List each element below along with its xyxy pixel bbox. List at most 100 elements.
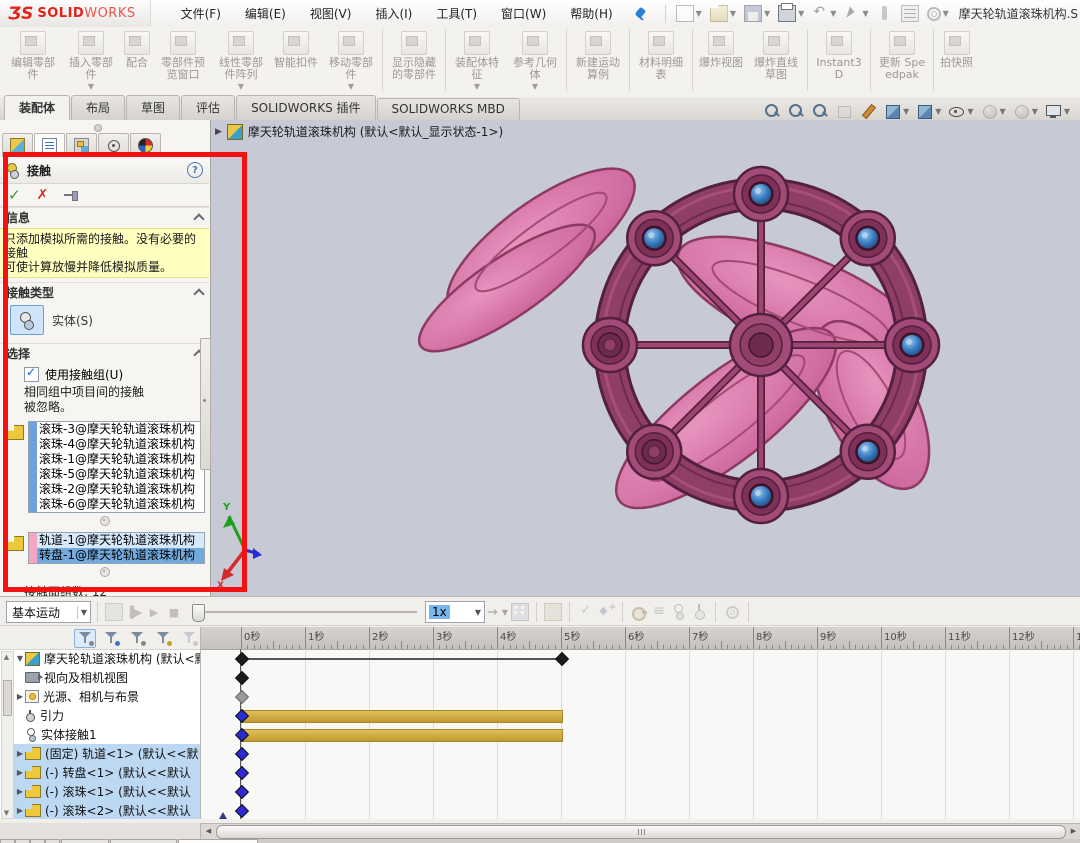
ferris-wheel-model[interactable] <box>211 120 1080 596</box>
tree-row-gravity[interactable]: 引力 <box>13 706 200 725</box>
empty-node[interactable] <box>583 318 637 372</box>
manager-tab-dimxpert-manager[interactable] <box>98 133 129 157</box>
tree-row-turntable-1[interactable]: ▶(-) 转盘<1> (默认<<默认 <box>13 763 200 782</box>
dropdown-caret-icon[interactable]: ▼ <box>1064 107 1070 116</box>
timeline-row-assembly-root[interactable] <box>201 649 1080 668</box>
dropdown-caret-icon[interactable]: ▼ <box>798 9 804 18</box>
select-button[interactable]: ▼ <box>841 4 871 23</box>
dropdown-caret-icon[interactable]: ▼ <box>943 9 949 18</box>
menu-insert[interactable]: 插入(I) <box>363 0 424 27</box>
dropdown-caret-icon[interactable]: ▼ <box>935 107 941 116</box>
dropdown-caret-icon[interactable]: ▼ <box>830 9 836 18</box>
sketch-appearance-button[interactable] <box>860 103 877 120</box>
display-style-button[interactable]: ▼ <box>916 103 941 120</box>
tree-row-lights-cameras-scene[interactable]: ▶光源、相机与布景 <box>13 687 200 706</box>
dropdown-caret-icon[interactable]: ▼ <box>77 606 90 619</box>
manager-tab-configuration-manager[interactable] <box>66 133 97 157</box>
hide-show-items-button[interactable]: ▼ <box>948 103 973 120</box>
contact-group1-item[interactable]: 滚珠-2@摩天轮轨道滚珠机构 <box>37 482 204 497</box>
empty-node[interactable] <box>627 425 681 479</box>
filter-results-button[interactable] <box>178 629 200 648</box>
options-list-button[interactable] <box>898 3 922 24</box>
list-resize-handle[interactable] <box>100 567 110 577</box>
open-button[interactable]: ▼ <box>707 3 739 24</box>
timebar-slider[interactable] <box>192 602 417 622</box>
new-document-button[interactable]: ▼ <box>673 3 705 24</box>
scroll-down-icon[interactable]: ▼ <box>2 808 11 818</box>
ribbon-component-preview-window-button[interactable]: 零部件预览窗口 <box>154 27 212 95</box>
timeline-ruler[interactable]: 0秒1秒2秒3秒4秒5秒6秒7秒8秒9秒10秒11秒12秒13秒 <box>201 627 1080 650</box>
key-diamond[interactable] <box>235 652 249 666</box>
tab-layout[interactable]: 布局 <box>71 95 125 120</box>
motion-study-properties-button[interactable] <box>722 602 742 622</box>
timeline-row-solid-body-contact-1[interactable] <box>201 725 1080 744</box>
timeline-row-ball-1[interactable] <box>201 782 1080 801</box>
tab-sw-mbd[interactable]: SOLIDWORKS MBD <box>377 98 520 120</box>
contact-group1-item[interactable]: 滚珠-5@摩天轮轨道滚珠机构 <box>37 467 204 482</box>
expander-icon[interactable]: ▶ <box>15 768 25 777</box>
add-key-button[interactable] <box>596 602 616 622</box>
dropdown-caret-icon[interactable]: ▼ <box>1000 107 1006 116</box>
tree-row-orientation-camera-views[interactable]: 视向及相机视图 <box>13 668 200 687</box>
dropdown-caret-icon[interactable]: ▼ <box>474 82 480 91</box>
ribbon-insert-components-button[interactable]: 插入零部件▼ <box>62 27 120 95</box>
contact-group-1-list[interactable]: 滚珠-3@摩天轮轨道滚珠机构滚珠-4@摩天轮轨道滚珠机构滚珠-1@摩天轮轨道滚珠… <box>28 421 205 513</box>
list-resize-handle[interactable] <box>100 516 110 526</box>
key-diamond[interactable] <box>235 747 249 761</box>
graphics-viewport[interactable]: ▶ 摩天轮轨道滚珠机构 (默认<默认_显示状态-1>) <box>211 120 1080 596</box>
apply-scene-button[interactable]: ▼ <box>1013 103 1038 120</box>
ribbon-mate-button[interactable]: 配合 <box>120 27 154 95</box>
key-diamond[interactable] <box>235 690 249 704</box>
study-type-dropdown[interactable]: 基本运动 ▼ <box>6 601 91 623</box>
ball-node[interactable] <box>885 318 939 372</box>
timeline-row-orientation-camera-views[interactable] <box>201 668 1080 687</box>
ribbon-smart-fasteners-button[interactable]: 智能扣件 <box>270 27 322 95</box>
tab-assembly[interactable]: 装配体 <box>4 95 70 120</box>
view-settings-button[interactable]: ▼ <box>1045 103 1070 120</box>
hscrollbar-thumb[interactable] <box>216 825 1066 839</box>
scrollbar-thumb[interactable] <box>3 680 12 716</box>
contact-group1-item[interactable]: 滚珠-3@摩天轮轨道滚珠机构 <box>37 422 204 437</box>
contact-button[interactable] <box>669 602 689 622</box>
ribbon-assembly-features-button[interactable]: 装配体特征▼ <box>448 27 506 95</box>
contact-group2-item[interactable]: 转盘-1@摩天轮轨道滚珠机构 <box>37 548 204 563</box>
playback-mode-icon[interactable]: → <box>487 605 498 620</box>
selection-section-header[interactable]: 选择 <box>0 343 209 362</box>
contact-group2-item[interactable]: 轨道-1@摩天轮轨道滚珠机构 <box>37 533 204 548</box>
zoom-to-fit-button[interactable] <box>764 103 781 120</box>
key-diamond[interactable] <box>235 785 249 799</box>
ribbon-new-motion-study-button[interactable]: 新建运动算例 <box>569 27 627 95</box>
scroll-left-icon[interactable]: ◀ <box>202 825 215 837</box>
timeline-row-lights-cameras-scene[interactable] <box>201 687 1080 706</box>
filter-all-button[interactable] <box>74 629 96 648</box>
expander-icon[interactable]: ▶ <box>15 692 25 701</box>
play-from-start-button[interactable]: ▐▶ <box>124 602 144 622</box>
dropdown-caret-icon[interactable]: ▼ <box>1032 107 1038 116</box>
expander-icon[interactable]: ▼ <box>15 654 25 663</box>
key-diamond[interactable] <box>235 804 249 818</box>
dropdown-caret-icon[interactable]: ▼ <box>238 82 244 91</box>
slider-track[interactable] <box>192 611 417 613</box>
edit-appearance-button[interactable]: ▼ <box>981 103 1006 120</box>
settings-button[interactable]: ▼ <box>924 5 952 23</box>
calculate-button[interactable] <box>104 602 124 622</box>
contact-group1-item[interactable]: 滚珠-4@摩天轮轨道滚珠机构 <box>37 437 204 452</box>
key-diamond[interactable] <box>235 671 249 685</box>
ball-node[interactable] <box>841 211 895 265</box>
keep-visible-pin-icon[interactable] <box>64 189 80 201</box>
tab-scroll-last-icon[interactable]: ▶▶ <box>45 839 60 843</box>
menu-view[interactable]: 视图(V) <box>298 0 364 27</box>
viewport-tree-breadcrumb[interactable]: ▶ 摩天轮轨道滚珠机构 (默认<默认_显示状态-1>) <box>215 123 503 140</box>
tree-row-track-1[interactable]: ▶(固定) 轨道<1> (默认<<默 <box>13 744 200 763</box>
study-tab-motion-study-1[interactable]: 运动算例 1 <box>178 839 259 843</box>
solid-bodies-toggle-button[interactable] <box>10 305 44 335</box>
ball-node[interactable] <box>841 425 895 479</box>
tree-row-ball-2[interactable]: ▶(-) 滚珠<2> (默认<<默认 <box>13 801 200 819</box>
dropdown-caret-icon[interactable]: ▼ <box>88 82 94 91</box>
ribbon-exploded-view-button[interactable]: 爆炸视图 <box>695 27 747 95</box>
collapse-chevron-icon[interactable] <box>193 288 204 299</box>
ribbon-show-hidden-components-button[interactable]: 显示隐藏的零部件 <box>385 27 443 95</box>
gravity-button[interactable] <box>689 602 709 622</box>
filter-driving-button[interactable] <box>126 629 148 648</box>
tab-scroll-first-icon[interactable]: ◀◀ <box>0 839 15 843</box>
